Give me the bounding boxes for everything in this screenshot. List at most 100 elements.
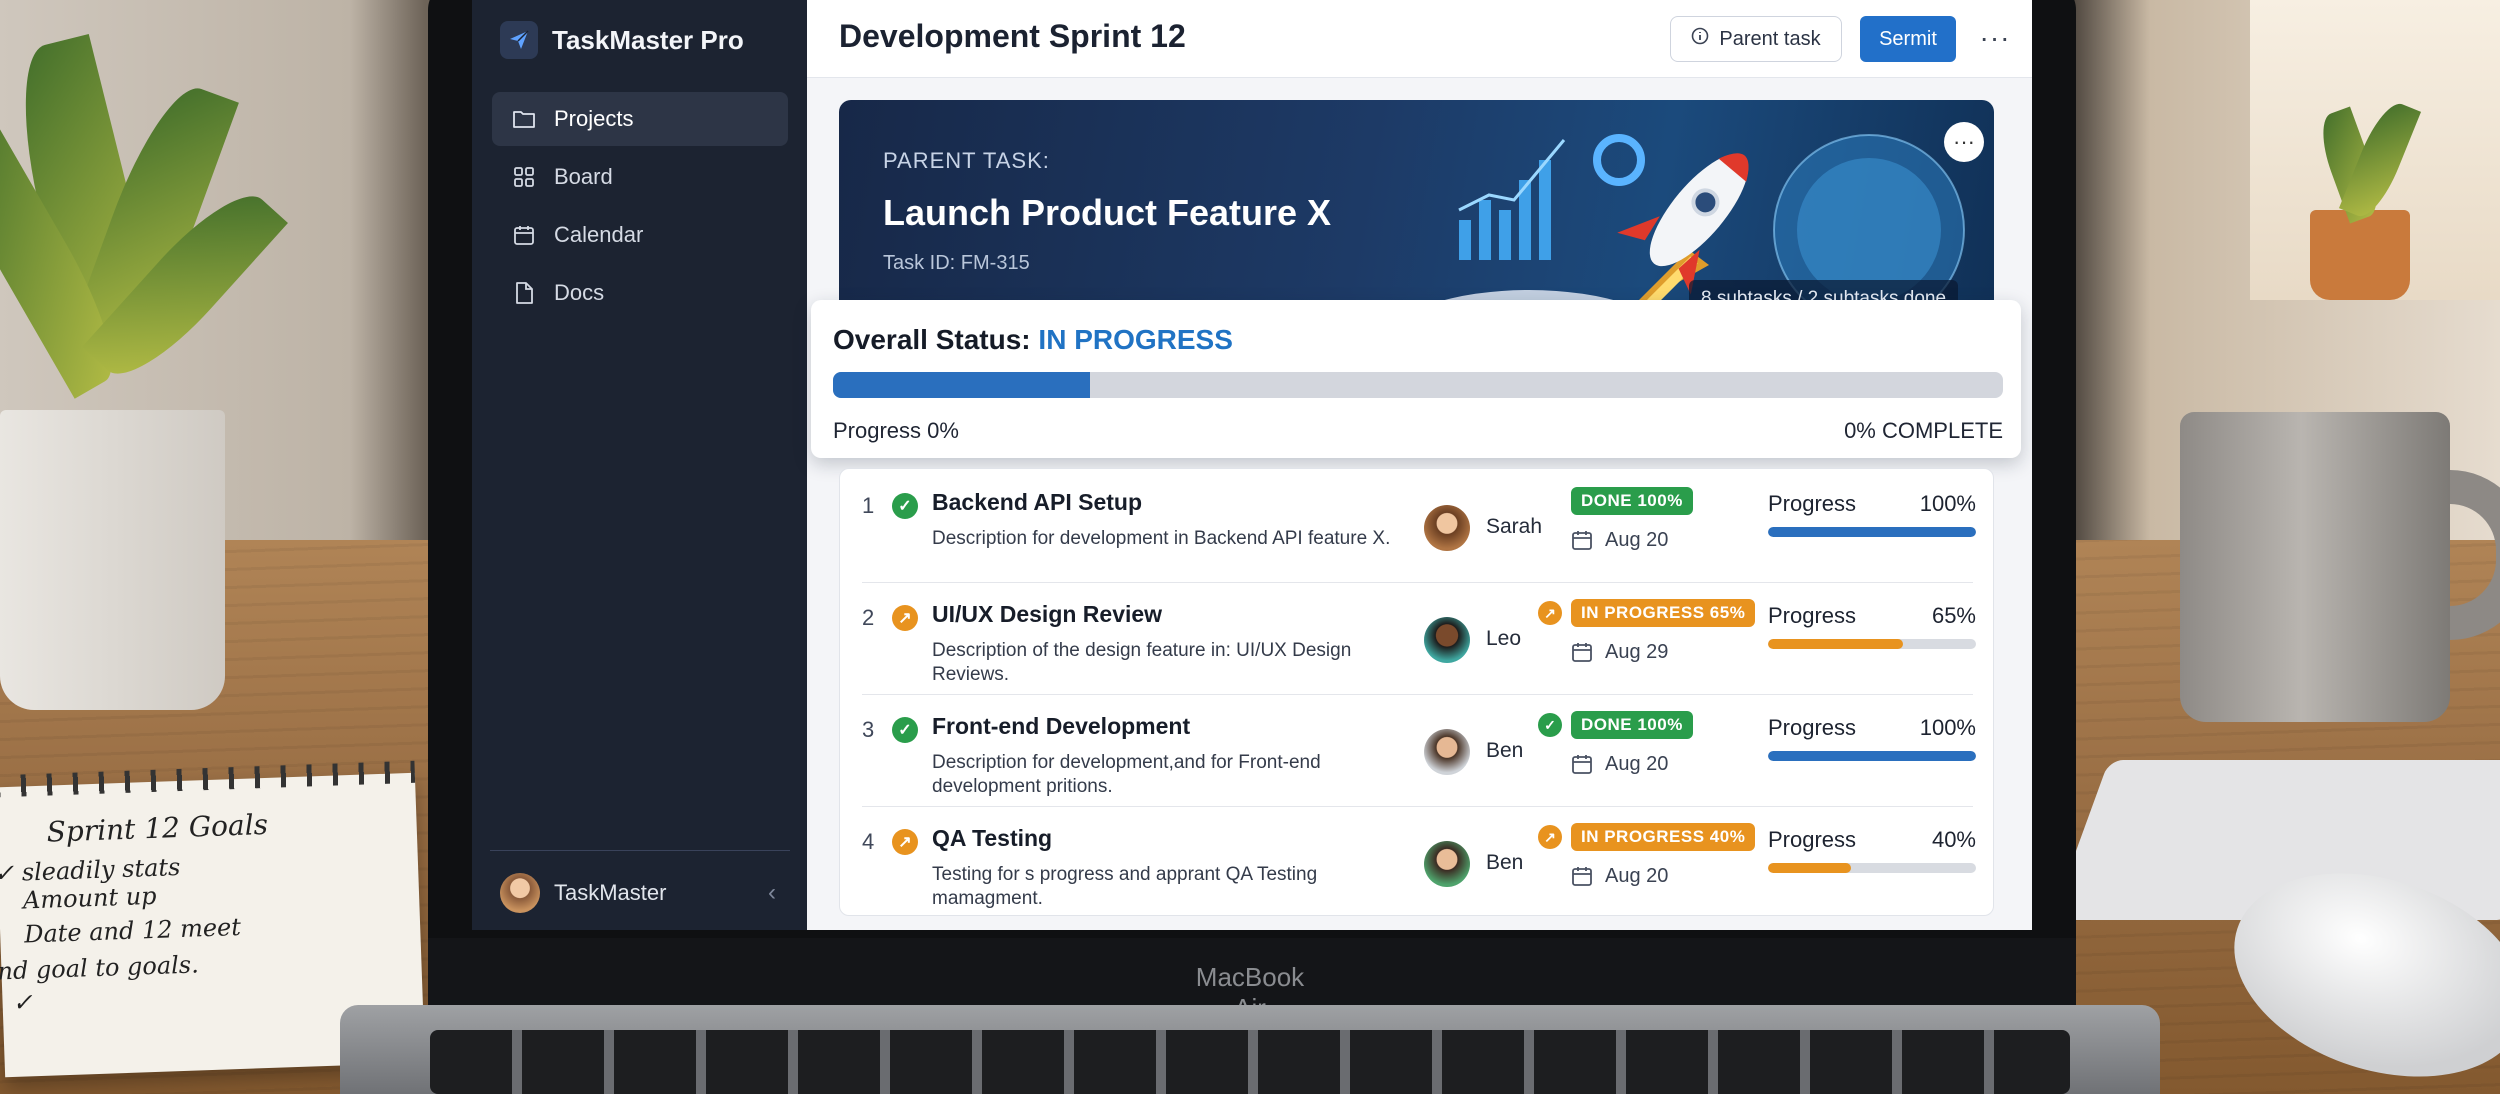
calendar-icon: [1571, 753, 1593, 775]
trending-up-icon: ↗: [1538, 601, 1562, 625]
task-title[interactable]: Front-end Development: [932, 713, 1190, 740]
task-description: Testing for s progress and apprant QA Te…: [932, 864, 1318, 909]
progress-percent: 100%: [1919, 491, 1976, 516]
page-title: Development Sprint 12: [839, 18, 1186, 54]
grid-icon: [512, 165, 536, 189]
task-id: Task ID: FM-315: [883, 252, 1030, 274]
task-description: Description for development in Backend A…: [932, 528, 1391, 549]
assignee-avatar[interactable]: [1424, 505, 1470, 551]
user-avatar[interactable]: [500, 873, 540, 913]
assignee-avatar[interactable]: [1424, 729, 1470, 775]
task-row[interactable]: 3 ✓ Front-end Development Description fo…: [840, 693, 1995, 807]
assignee-avatar[interactable]: [1424, 841, 1470, 887]
main-content: PARENT TASK: Launch Product Feature X Ta…: [807, 78, 2032, 930]
parent-task-title: Launch Product Feature X: [883, 192, 1332, 233]
task-row[interactable]: 4 ↗ QA Testing Testing for s progress an…: [840, 805, 1995, 919]
notebook-line: Date and 12 meet: [23, 912, 242, 949]
status-badge[interactable]: DONE 100%: [1571, 487, 1693, 515]
check-circle-icon: ✓: [892, 493, 918, 519]
task-progress-fill: [1768, 527, 1976, 537]
folder-icon: [512, 107, 536, 131]
overall-progress-bar: [833, 372, 2003, 398]
info-circle-icon: [1691, 27, 1709, 51]
progress-label: Progress: [1768, 603, 1857, 628]
parent-task-label: Parent task: [1719, 27, 1821, 50]
progress-label: Progress: [1768, 491, 1857, 516]
task-title[interactable]: Backend API Setup: [932, 489, 1142, 516]
assignee-avatar[interactable]: [1424, 617, 1470, 663]
calendar-icon: [1571, 641, 1593, 663]
sidebar-item-calendar[interactable]: Calendar: [492, 208, 788, 262]
overall-progress-fill: [833, 372, 1091, 398]
sidebar-item-docs[interactable]: Docs: [492, 266, 788, 320]
task-description: Description for development,and for Fron…: [932, 752, 1321, 797]
sidebar-footer: TaskMaster ‹: [490, 850, 790, 913]
task-progress-bar: [1768, 639, 1976, 649]
progress-percent: 100%: [1919, 715, 1976, 740]
notebook-line: ✓: [12, 988, 34, 1017]
status-badge[interactable]: DONE 100%: [1571, 711, 1693, 739]
more-horizontal-icon[interactable]: ···: [1944, 122, 1984, 162]
subtask-list: 1 ✓ Backend API Setup Description for de…: [839, 468, 1994, 916]
assignee-name: Sarah: [1486, 515, 1543, 538]
app-name: TaskMaster Pro: [552, 24, 744, 55]
task-title[interactable]: UI/UX Design Review: [932, 601, 1162, 628]
sidebar: TaskMaster Pro Projects Board Calendar D…: [472, 0, 807, 930]
task-progress-fill: [1768, 863, 1852, 873]
plant-pot: [0, 410, 225, 710]
overall-status-card: Overall Status: IN PROGRESS Progress 0% …: [811, 300, 2021, 458]
sidebar-nav: Projects Board Calendar Docs: [492, 92, 788, 324]
parent-task-button[interactable]: Parent task: [1670, 16, 1842, 62]
task-number: 2: [862, 605, 875, 630]
calendar-icon: [1571, 865, 1593, 887]
sidebar-item-label: Board: [554, 164, 613, 189]
task-title[interactable]: QA Testing: [932, 825, 1052, 852]
sidebar-item-board[interactable]: Board: [492, 150, 788, 204]
complete-text: 0% COMPLETE: [1844, 418, 2003, 443]
small-plant-pot: [2310, 210, 2410, 300]
assignee-name: Ben: [1486, 739, 1524, 762]
notebook-line: Sprint 12 Goals: [46, 807, 269, 849]
due-date: Aug 20: [1605, 865, 1669, 887]
progress-percent: 40%: [1931, 827, 1976, 852]
notebook-line: Amount up: [22, 881, 157, 915]
sidebar-item-label: Projects: [554, 106, 634, 131]
laptop-keyboard: [430, 1030, 2070, 1094]
brand[interactable]: TaskMaster Pro: [500, 18, 744, 62]
task-row[interactable]: 1 ✓ Backend API Setup Description for de…: [840, 469, 1995, 583]
task-number: 4: [862, 829, 875, 854]
calendar-icon: [512, 223, 536, 247]
task-progress-bar: [1768, 863, 1976, 873]
task-row[interactable]: 2 ↗ UI/UX Design Review Description of t…: [840, 581, 1995, 695]
task-progress-fill: [1768, 639, 1904, 649]
submit-button[interactable]: Sermit: [1860, 16, 1956, 62]
progress-label: Progress: [1768, 827, 1857, 852]
due-date: Aug 29: [1605, 641, 1669, 663]
sidebar-item-projects[interactable]: Projects: [492, 92, 788, 146]
sidebar-item-label: Calendar: [554, 222, 644, 247]
task-progress-bar: [1768, 527, 1976, 537]
chevron-left-icon[interactable]: ‹: [768, 879, 776, 907]
trending-up-icon: ↗: [1538, 825, 1562, 849]
status-badge[interactable]: IN PROGRESS 40%: [1571, 823, 1756, 851]
due-date: Aug 20: [1605, 753, 1669, 775]
notebook-line: nd goal to goals.: [0, 950, 200, 986]
status-badge[interactable]: IN PROGRESS 65%: [1571, 599, 1756, 627]
status-heading: Overall Status: IN PROGRESS: [833, 324, 1233, 356]
banner-label: PARENT TASK:: [883, 148, 1050, 173]
calendar-icon: [1571, 529, 1593, 551]
workspace-name: TaskMaster: [554, 880, 667, 905]
progress-text: Progress 0%: [833, 418, 959, 443]
sidebar-item-label: Docs: [554, 280, 605, 305]
top-bar: Development Sprint 12 Parent task Sermit…: [807, 0, 2032, 78]
task-progress-bar: [1768, 751, 1976, 761]
check-circle-icon: ✓: [892, 717, 918, 743]
paper-plane-icon: [500, 21, 538, 59]
app-window: TaskMaster Pro Projects Board Calendar D…: [472, 0, 2032, 930]
progress-percent: 65%: [1931, 603, 1976, 628]
task-number: 3: [862, 717, 875, 742]
more-horizontal-icon[interactable]: ···: [1975, 18, 2015, 58]
progress-label: Progress: [1768, 715, 1857, 740]
document-icon: [512, 281, 536, 305]
check-circle-icon: ✓: [1538, 713, 1562, 737]
